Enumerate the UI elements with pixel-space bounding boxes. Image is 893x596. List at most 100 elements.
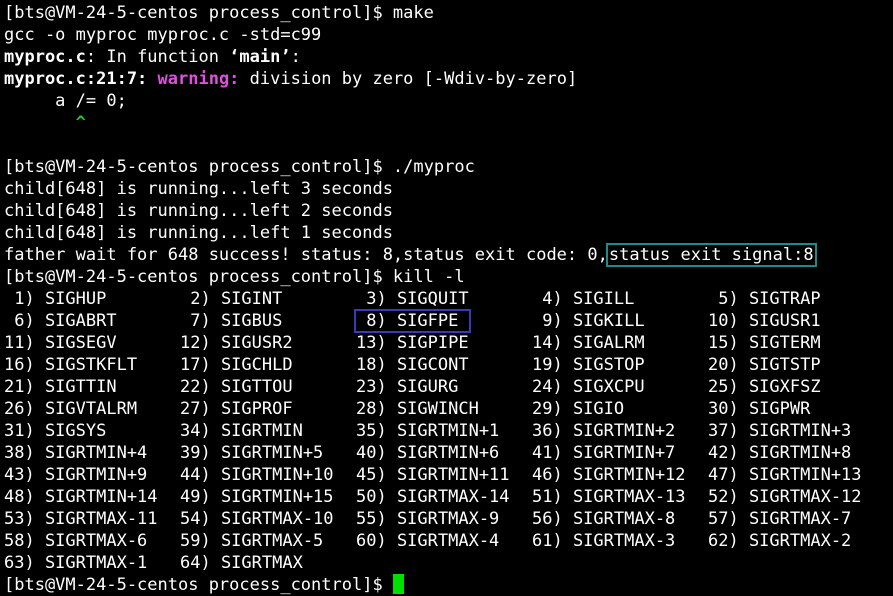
signal-entry: 48) SIGRTMIN+14 <box>4 487 158 507</box>
terminal-cursor <box>392 574 404 594</box>
signal-entry: 60) SIGRTMAX-4 <box>356 531 500 551</box>
signal-entry: 57) SIGRTMAX-7 <box>708 509 852 529</box>
signal-entry: 44) SIGRTMIN+10 <box>180 465 334 485</box>
warning-line: myproc.c:21:7: warning: division by zero… <box>4 68 893 90</box>
caret-marker: ^ <box>4 113 86 133</box>
prompt-run: [bts@VM-24-5-centos process_control]$ ./… <box>4 157 475 177</box>
signal-row: 63) SIGRTMAX-1 64) SIGRTMAX <box>4 552 893 574</box>
signal-row: 16) SIGSTKFLT 17) SIGCHLD 18) SIGCONT 19) S… <box>4 354 893 376</box>
warning-context-line: myproc.c: In function ‘main’: <box>4 46 893 68</box>
signal-entry: 56) SIGRTMAX-8 <box>532 509 676 529</box>
signal-row: 53) SIGRTMAX-11 54) SIGRTMAX-10 55) SIGRTM… <box>4 508 893 530</box>
signal-entry: 61) SIGRTMAX-3 <box>532 531 676 551</box>
terminal-window[interactable]: [bts@VM-24-5-centos process_control]$ ma… <box>0 0 893 595</box>
signal-entry: 53) SIGRTMAX-11 <box>4 509 158 529</box>
signal-row: 43) SIGRTMIN+9 44) SIGRTMIN+10 45) SIGRTMI… <box>4 464 893 486</box>
signal-entry: 3) SIGQUIT <box>356 289 469 309</box>
signal-entry: 58) SIGRTMAX-6 <box>4 531 148 551</box>
signal-entry: 6) SIGABRT <box>4 311 117 331</box>
father-output-line: father wait for 648 success! status: 8,s… <box>4 243 893 267</box>
signal-entry: 23) SIGURG <box>356 377 459 397</box>
signal-entry: 1) SIGHUP <box>4 289 107 309</box>
signal-entry: 54) SIGRTMAX-10 <box>180 509 334 529</box>
signal-entry: 42) SIGRTMIN+8 <box>708 443 852 463</box>
signal-entry: 34) SIGRTMIN <box>180 421 303 441</box>
signal-entry: 24) SIGXCPU <box>532 377 645 397</box>
signal-entry: 62) SIGRTMAX-2 <box>708 531 852 551</box>
child-output-2: child[648] is running...left 2 seconds <box>4 201 393 221</box>
father-status-text: father wait for 648 success! status: 8,s… <box>4 245 608 265</box>
compile-command: gcc -o myproc myproc.c -std=c99 <box>4 25 322 45</box>
signal-entry: 20) SIGTSTP <box>708 355 821 375</box>
signal-entry: 52) SIGRTMAX-12 <box>708 487 862 507</box>
signal-row: 1) SIGHUP 2) SIGINT 3) SIGQUIT 4) SIGILL… <box>4 288 893 310</box>
signal-row: 58) SIGRTMAX-6 59) SIGRTMAX-5 60) SIGRTMAX… <box>4 530 893 552</box>
signal-entry: 35) SIGRTMIN+1 <box>356 421 500 441</box>
signal-entry: 49) SIGRTMIN+15 <box>180 487 334 507</box>
signal-entry: 7) SIGBUS <box>180 311 283 331</box>
signal-entry: 28) SIGWINCH <box>356 399 479 419</box>
signal-entry: 41) SIGRTMIN+7 <box>532 443 676 463</box>
signal-entry: 38) SIGRTMIN+4 <box>4 443 148 463</box>
signal-entry: 47) SIGRTMIN+13 <box>708 465 862 485</box>
signal-entry: 45) SIGRTMIN+11 <box>356 465 510 485</box>
warning-label: warning: <box>157 69 240 89</box>
signal-entry: 12) SIGUSR2 <box>180 333 293 353</box>
warning-colon: : <box>290 47 301 67</box>
prompt-make: [bts@VM-24-5-centos process_control]$ ma… <box>4 3 434 23</box>
child-output-1: child[648] is running...left 3 seconds <box>4 179 393 199</box>
signal-entry: 15) SIGTERM <box>708 333 821 353</box>
signal-entry: 64) SIGRTMAX <box>180 553 303 573</box>
signal-entry: 8) SIGFPE <box>354 309 532 333</box>
signal-entry: 5) SIGTRAP <box>708 289 821 309</box>
signal-entry: 9) SIGKILL <box>532 311 645 331</box>
signal-entry: 63) SIGRTMAX-1 <box>4 553 148 573</box>
signal-row: 26) SIGVTALRM 27) SIGPROF 28) SIGWINCH 29) … <box>4 398 893 420</box>
signal-entry: 30) SIGPWR <box>708 399 811 419</box>
signal-row: 31) SIGSYS 34) SIGRTMIN 35) SIGRTMIN+1 36) … <box>4 420 893 442</box>
signal-entry: 59) SIGRTMAX-5 <box>180 531 324 551</box>
signal-row: 11) SIGSEGV 12) SIGUSR2 13) SIGPIPE 14) SIG… <box>4 332 893 354</box>
signal-row: 38) SIGRTMIN+4 39) SIGRTMIN+5 40) SIGRTMIN… <box>4 442 893 464</box>
signal-row: 48) SIGRTMIN+14 49) SIGRTMIN+15 50) SIGRTM… <box>4 486 893 508</box>
signal-entry: 50) SIGRTMAX-14 <box>356 487 510 507</box>
signal-entry: 46) SIGRTMIN+12 <box>532 465 686 485</box>
signal-entry: 29) SIGIO <box>532 399 625 419</box>
signal-entry: 21) SIGTTIN <box>4 377 117 397</box>
warning-message: division by zero [-Wdiv-by-zero] <box>239 69 578 89</box>
warning-infunc-text: : In function <box>85 47 230 67</box>
prompt-current[interactable]: [bts@VM-24-5-centos process_control]$ <box>4 574 893 596</box>
signal-entry: 22) SIGTTOU <box>180 377 293 397</box>
signal-row: 6) SIGABRT 7) SIGBUS 8) SIGFPE 9) SIGKIL… <box>4 309 893 333</box>
exit-signal-highlight: status exit signal:8 <box>605 243 817 267</box>
signal-entry: 37) SIGRTMIN+3 <box>708 421 852 441</box>
signal-entry: 36) SIGRTMIN+2 <box>532 421 676 441</box>
prompt-kill: [bts@VM-24-5-centos process_control]$ ki… <box>4 267 465 287</box>
signal-entry: 4) SIGILL <box>532 289 635 309</box>
signal-entry: 14) SIGALRM <box>532 333 645 353</box>
source-code-line: a /= 0; <box>4 91 127 111</box>
signal-entry: 51) SIGRTMAX-13 <box>532 487 686 507</box>
signal-row: 21) SIGTTIN 22) SIGTTOU 23) SIGURG 24) SIGX… <box>4 376 893 398</box>
signal-entry: 13) SIGPIPE <box>356 333 469 353</box>
signal-entry: 19) SIGSTOP <box>532 355 645 375</box>
sigfpe-highlight: 8) SIGFPE <box>354 309 471 333</box>
signal-entry: 27) SIGPROF <box>180 399 293 419</box>
signal-entry: 31) SIGSYS <box>4 421 107 441</box>
signal-entry: 26) SIGVTALRM <box>4 399 138 419</box>
child-output-3: child[648] is running...left 1 seconds <box>4 223 393 243</box>
signal-entry: 18) SIGCONT <box>356 355 469 375</box>
prompt-text: [bts@VM-24-5-centos process_control]$ <box>4 575 393 595</box>
signal-entry: 25) SIGXFSZ <box>708 377 821 397</box>
signal-entry: 2) SIGINT <box>180 289 283 309</box>
signal-entry: 55) SIGRTMAX-9 <box>356 509 500 529</box>
signal-entry: 39) SIGRTMIN+5 <box>180 443 324 463</box>
signal-entry: 10) SIGUSR1 <box>708 311 821 331</box>
warning-file: myproc.c <box>4 47 86 67</box>
signal-entry: 11) SIGSEGV <box>4 333 117 353</box>
signal-entry: 40) SIGRTMIN+6 <box>356 443 500 463</box>
warning-location: myproc.c:21:7: <box>4 69 158 89</box>
warning-function-name: ‘main’ <box>229 47 291 67</box>
signal-entry: 43) SIGRTMIN+9 <box>4 465 148 485</box>
